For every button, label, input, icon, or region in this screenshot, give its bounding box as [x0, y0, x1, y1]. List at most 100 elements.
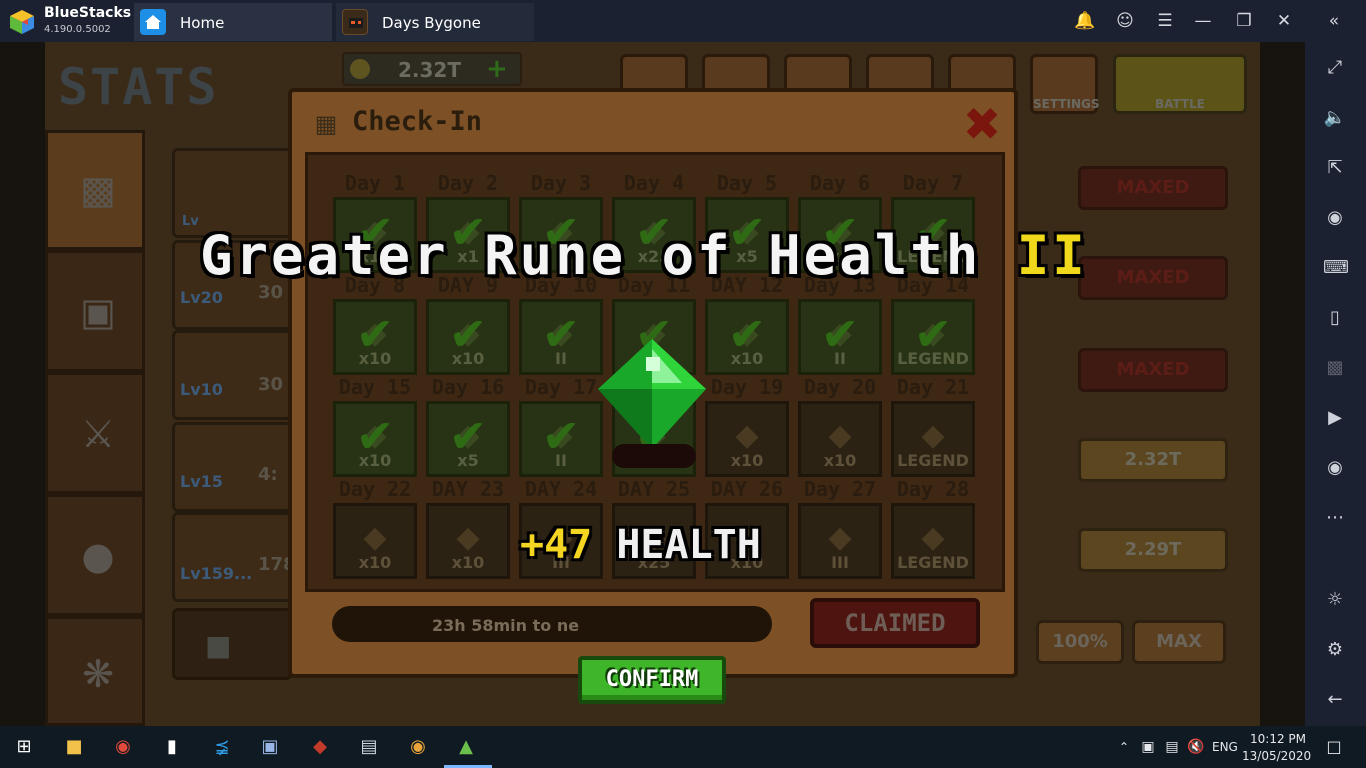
bell-icon[interactable]: 🔔 — [1074, 10, 1096, 32]
day-reward-cell[interactable]: ◆ ✔ x5 — [426, 401, 510, 477]
day-reward-cell[interactable]: ◆ III — [798, 503, 882, 579]
network-icon[interactable]: ▤ — [1160, 736, 1184, 758]
upgrade-prestige-cost[interactable]: 2.32T — [1078, 438, 1228, 482]
upgrade-amount-100-button[interactable]: 100% — [1036, 620, 1124, 664]
vscode-icon[interactable]: ⪵ — [210, 736, 234, 758]
claimed-button[interactable]: CLAIMED — [810, 598, 980, 648]
upgrade-mana-maxed[interactable]: MAXED — [1078, 348, 1228, 392]
reward-title-roman: II — [1016, 224, 1088, 287]
day-reward-cell[interactable]: ◆ x10 — [705, 401, 789, 477]
stat-level-2: Lv20 — [180, 288, 223, 307]
day-reward-cell[interactable]: ◆ ✔ x10 — [333, 299, 417, 375]
cursor-lock-icon[interactable]: ⇱ — [1323, 156, 1347, 180]
reward-stat-name: HEALTH — [616, 522, 761, 568]
home-icon — [140, 9, 166, 35]
close-window-icon[interactable]: ✕ — [1273, 10, 1295, 32]
more-options-icon[interactable]: ⋯ — [1323, 506, 1347, 530]
lightbulb-icon[interactable]: ☼ — [1323, 588, 1347, 612]
camera-icon[interactable]: ◉ — [1323, 456, 1347, 480]
stat-level-4: Lv15 — [180, 472, 223, 491]
calendar-icon: ▦ — [314, 110, 338, 138]
day-reward-cell[interactable]: ◆ ✔ II — [798, 299, 882, 375]
side-tab-tree[interactable]: ❋ — [45, 616, 145, 726]
account-icon[interactable]: ☺ — [1114, 10, 1136, 32]
day-reward-cell[interactable]: ◆ LEGEND — [891, 401, 975, 477]
bluestacks-taskbar-icon[interactable]: ▲ — [454, 736, 478, 758]
chrome-icon[interactable]: ◉ — [111, 736, 135, 758]
day-reward-cell[interactable]: ◆ x10 — [798, 401, 882, 477]
meet-now-icon[interactable]: ▣ — [1136, 736, 1160, 758]
volume-muted-icon[interactable]: 🔇 — [1184, 736, 1208, 758]
close-dialog-icon[interactable]: ✖ — [960, 101, 1004, 147]
keyboard-icon[interactable]: ⌨ — [1323, 256, 1349, 280]
day-label: Day 21 — [896, 375, 970, 399]
reward-amount: +47 — [520, 522, 593, 568]
side-tab-quests[interactable]: ▣ — [45, 250, 145, 372]
clock-date: 13/05/2020 — [1242, 749, 1312, 763]
app-name: BlueStacks 1 — [44, 5, 146, 21]
confirm-button[interactable]: CONFIRM — [578, 656, 726, 704]
image-app-icon[interactable]: ▤ — [357, 736, 381, 758]
file-explorer-icon[interactable]: ■ — [62, 736, 86, 758]
notifications-icon[interactable]: □ — [1322, 736, 1346, 758]
media-manager-icon[interactable]: ▶ — [1323, 406, 1347, 430]
tree-icon: ❋ — [82, 652, 114, 696]
clock[interactable]: 10:12 PM 13/05/2020 — [1242, 728, 1311, 766]
menu-icon[interactable]: ☰ — [1154, 10, 1176, 32]
upgrade-damage-maxed[interactable]: MAXED — [1078, 166, 1228, 210]
reward-quantity: x10 — [358, 451, 392, 470]
day-reward-cell[interactable]: ◆ x10 — [426, 503, 510, 579]
day-reward-cell[interactable]: ◆ ✔ II — [519, 299, 603, 375]
windows-start-icon[interactable]: ⊞ — [12, 736, 36, 758]
eye-icon[interactable]: ◉ — [1323, 206, 1347, 230]
day-label: DAY 23 — [431, 477, 505, 501]
gamepad-icon[interactable]: ▩ — [1323, 356, 1347, 380]
day-label: Day 28 — [896, 477, 970, 501]
minimize-icon[interactable]: — — [1192, 10, 1214, 32]
day-reward-cell[interactable]: ◆ ✔ x10 — [705, 299, 789, 375]
upgrade-amount-max-button[interactable]: MAX — [1132, 620, 1226, 664]
network-app-icon[interactable]: ▣ — [258, 736, 282, 758]
reward-quantity: LEGEND — [897, 349, 969, 368]
day-label: Day 5 — [716, 171, 778, 195]
app-icon-1[interactable]: ▮ — [160, 736, 184, 758]
collapse-sidebar-icon[interactable]: « — [1323, 10, 1345, 32]
fullscreen-icon[interactable]: ⤢ — [1323, 56, 1347, 80]
day-label: Day 27 — [803, 477, 877, 501]
day-reward-cell[interactable]: ◆ ✔ x10 — [426, 299, 510, 375]
day-reward-cell[interactable]: ◆ LEGEND — [891, 503, 975, 579]
reward-quantity: II — [555, 451, 567, 470]
battle-button-label: BATTLE — [1155, 97, 1205, 111]
back-arrow-icon[interactable]: ← — [1323, 688, 1347, 712]
stat-value-4: 4: — [258, 464, 278, 485]
settings-gear-icon[interactable]: ⚙ — [1323, 638, 1347, 662]
reward-item-icon: ◆ — [921, 520, 945, 555]
phone-rotate-icon[interactable]: ▯ — [1323, 306, 1347, 330]
settings-button-label: SETTINGS — [1033, 97, 1100, 111]
title-bar: BlueStacks 1 4.190.0.5002 Home Days Bygo… — [0, 0, 1366, 42]
upgrade-speed-cost[interactable]: 2.29T — [1078, 528, 1228, 572]
side-tab-pets[interactable]: ● — [45, 494, 145, 616]
show-hidden-icons-icon[interactable]: ⌃ — [1112, 736, 1136, 758]
app-version: 4.190.0.5002 — [44, 24, 111, 35]
settings-button[interactable]: SETTINGS — [1030, 54, 1100, 114]
book-icon: ▣ — [80, 290, 116, 334]
bluestacks-logo-icon — [10, 10, 34, 34]
day-reward-cell[interactable]: ◆ ✔ x10 — [333, 401, 417, 477]
day-reward-cell[interactable]: ◆ x10 — [333, 503, 417, 579]
side-tab-stats[interactable]: ▩ — [45, 130, 145, 250]
green-gem-icon — [598, 339, 706, 449]
add-coins-icon[interactable]: + — [486, 54, 508, 84]
language-indicator[interactable]: ENG — [1212, 740, 1238, 754]
battle-button[interactable]: BATTLE — [1113, 54, 1247, 114]
day-reward-cell[interactable]: ◆ ✔ II — [519, 401, 603, 477]
volume-icon[interactable]: 🔈 — [1323, 106, 1347, 130]
tab-home[interactable]: Home — [134, 3, 332, 41]
day-label: DAY 25 — [617, 477, 691, 501]
restore-icon[interactable]: ❐ — [1233, 10, 1255, 32]
paint-icon[interactable]: ◉ — [406, 736, 430, 758]
tab-days-bygone[interactable]: Days Bygone — [336, 3, 534, 41]
diablo-icon[interactable]: ◆ — [308, 736, 332, 758]
day-reward-cell[interactable]: ◆ ✔ LEGEND — [891, 299, 975, 375]
side-tab-weapons[interactable]: ⚔ — [45, 372, 145, 494]
